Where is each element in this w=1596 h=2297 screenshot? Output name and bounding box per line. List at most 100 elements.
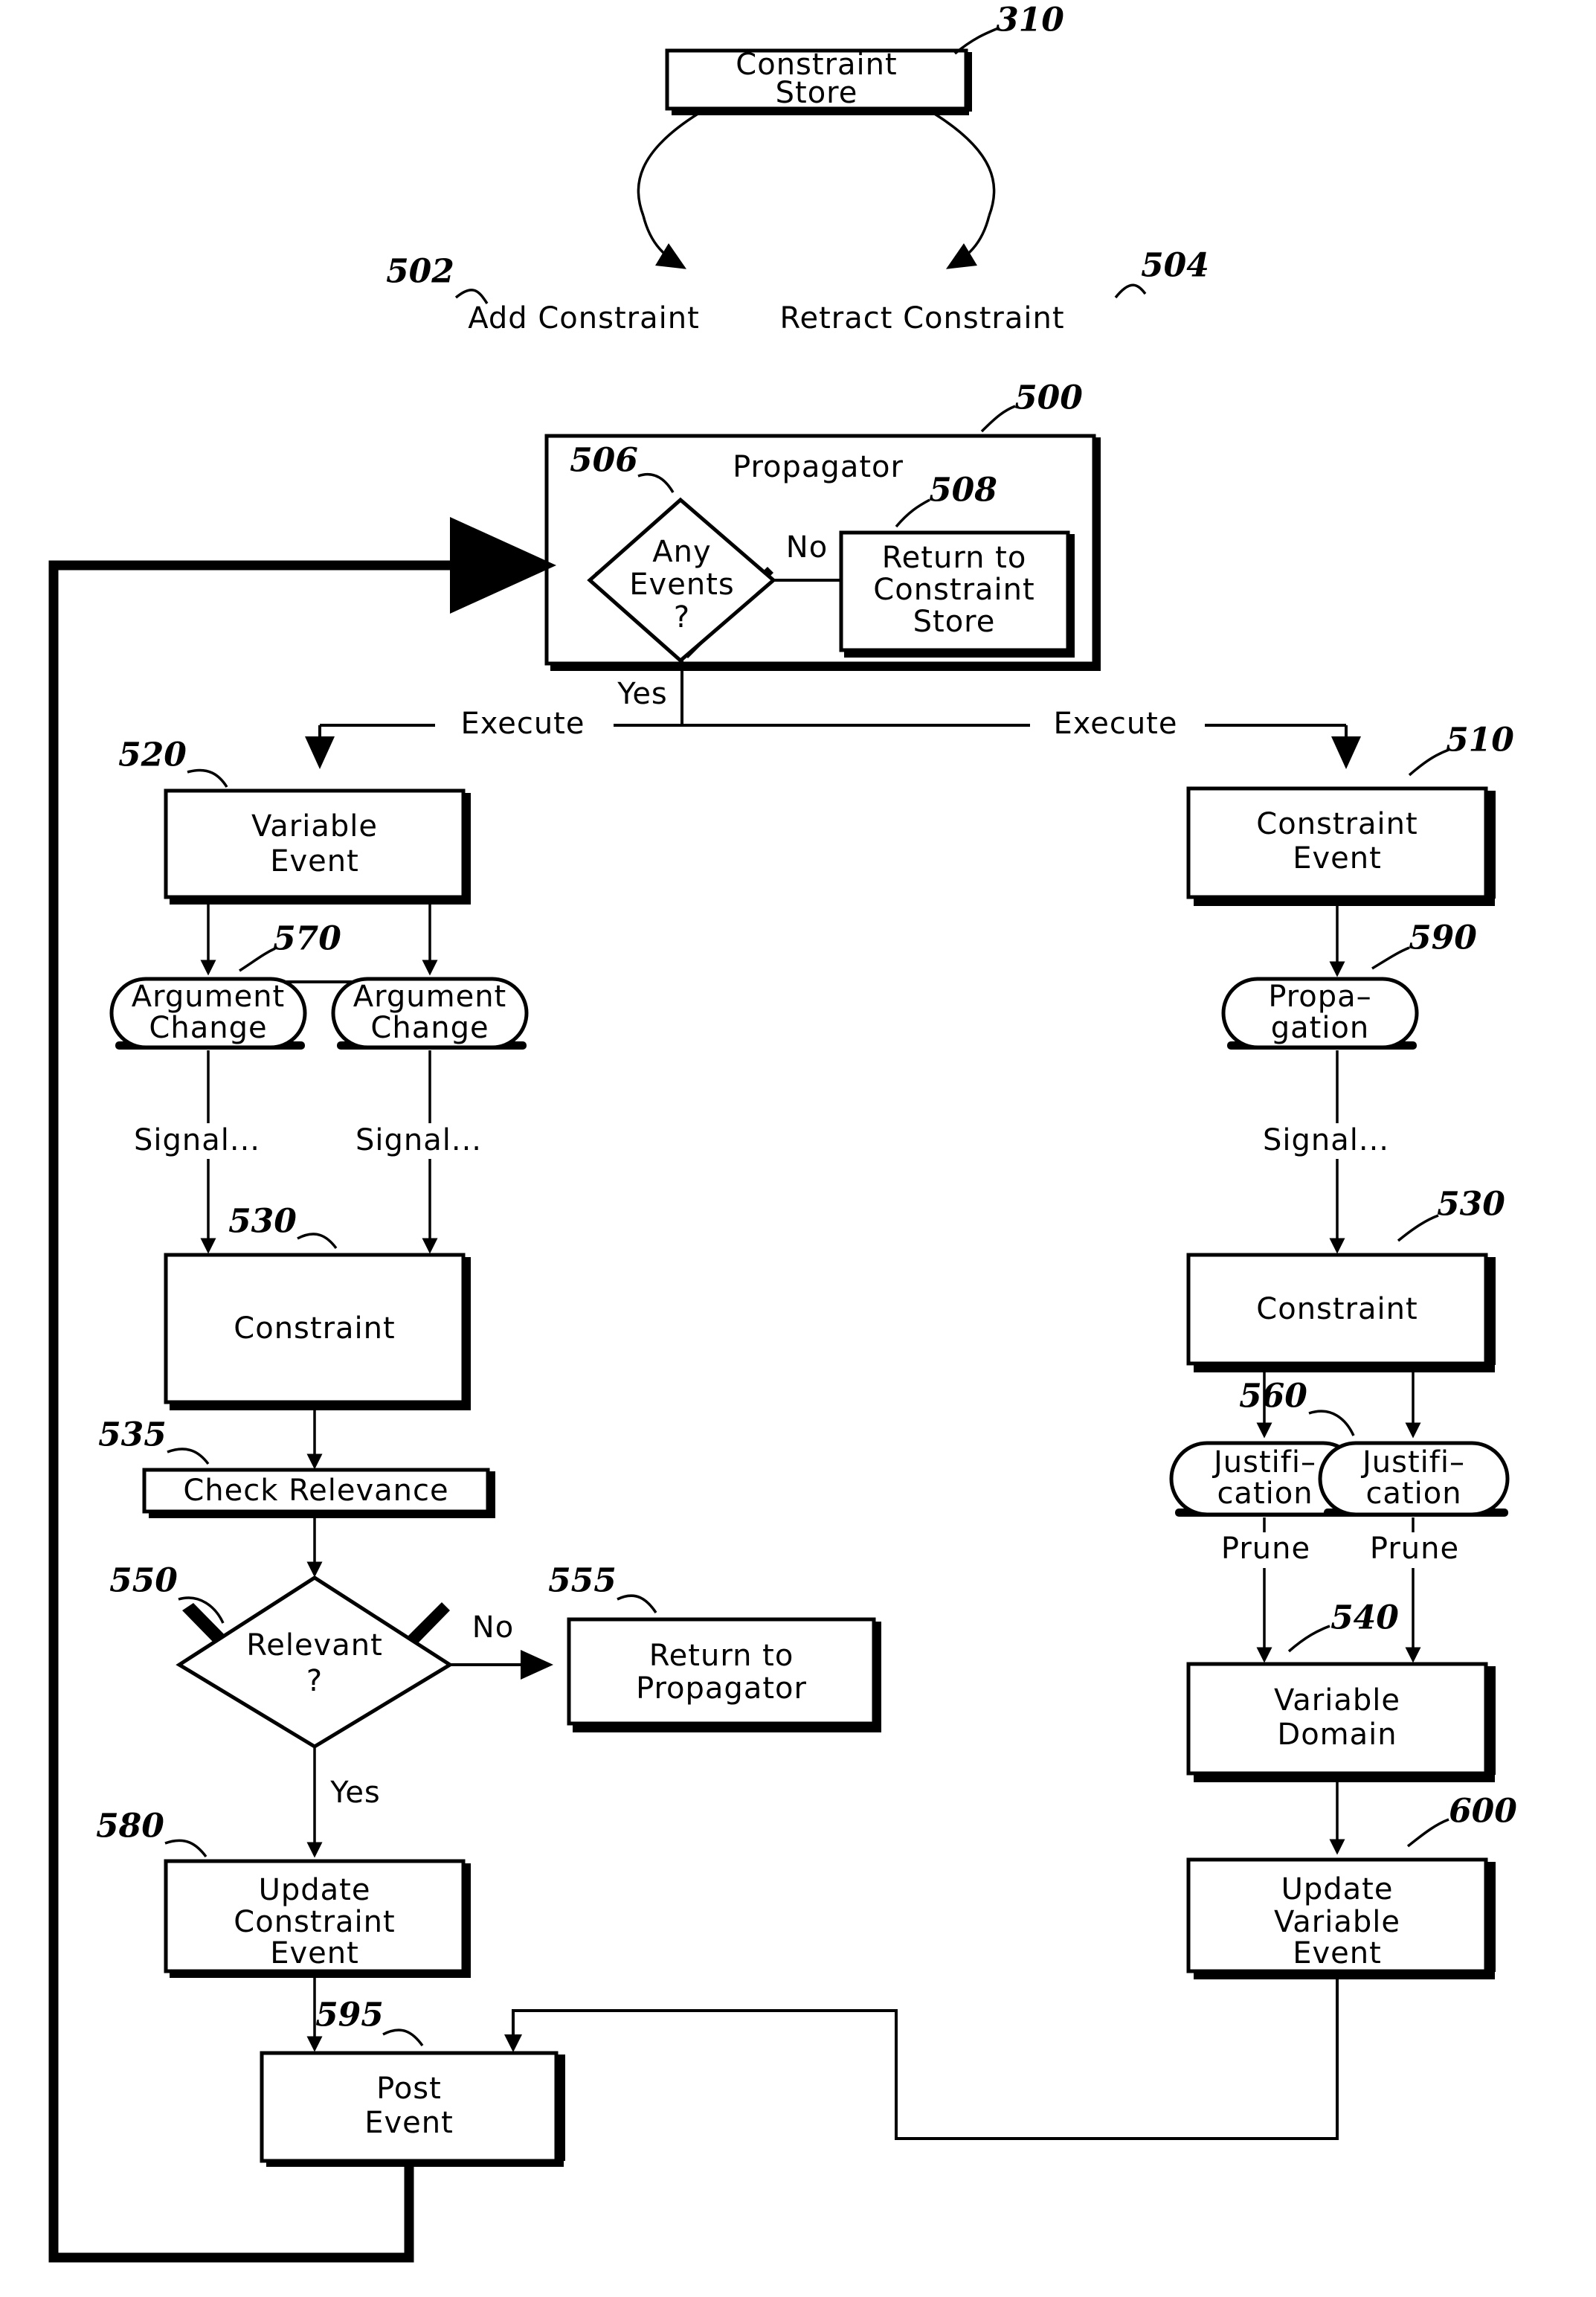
- ref-530-left: 530: [228, 1203, 338, 1250]
- edge-execute-split: Execute Execute: [305, 707, 1361, 769]
- node-relevant: Relevant ?: [176, 1575, 454, 1749]
- svg-text:504: 504: [1141, 247, 1209, 285]
- svg-text:530: 530: [1437, 1186, 1505, 1224]
- node-update-variable-event: Update Variable Event: [1186, 1857, 1496, 1979]
- variable-domain-line1: Variable: [1274, 1683, 1400, 1718]
- svg-text:520: 520: [118, 736, 187, 774]
- svg-text:310: 310: [996, 1, 1064, 39]
- uve-line3: Event: [1293, 1936, 1382, 1970]
- constraint-event-line1: Constraint: [1256, 807, 1418, 841]
- svg-text:508: 508: [929, 472, 997, 510]
- ref-510: 510: [1408, 722, 1514, 777]
- svg-text:500: 500: [1014, 379, 1083, 417]
- edge-uve-to-post-event: [504, 1976, 1339, 2140]
- svg-text:510: 510: [1446, 722, 1514, 759]
- post-event-line1: Post: [376, 2072, 442, 2106]
- svg-text:502: 502: [386, 253, 454, 291]
- argument-change-right-line2: Change: [370, 1011, 489, 1045]
- edge-prune-right: Prune: [1354, 1517, 1476, 1663]
- edge-signal-left-b: Signal...: [352, 1050, 504, 1254]
- ref-560: 560: [1239, 1378, 1355, 1436]
- edge-relevant-yes: Yes: [306, 1748, 381, 1858]
- ref-580: 580: [96, 1808, 207, 1858]
- node-constraint-event: Constraint Event: [1186, 786, 1496, 906]
- constraint-event-line2: Event: [1293, 841, 1382, 876]
- label-no-any-events: No: [786, 530, 828, 565]
- justification-right-line1: Justifi–: [1360, 1445, 1465, 1480]
- any-events-line3: ?: [674, 600, 690, 635]
- ref-595: 595: [315, 1996, 424, 2047]
- label-retract-constraint: Retract Constraint 504: [779, 247, 1209, 336]
- propagation-line1: Propa–: [1268, 980, 1371, 1014]
- svg-text:535: 535: [98, 1416, 167, 1454]
- uve-line1: Update: [1281, 1872, 1394, 1906]
- svg-text:590: 590: [1409, 919, 1477, 957]
- any-events-line2: Events: [629, 568, 734, 602]
- argument-change-right-line1: Argument: [353, 980, 506, 1014]
- edge-prune-left: Prune: [1205, 1517, 1328, 1663]
- node-constraint-store: Constraint Store: [665, 48, 972, 115]
- ref-555: 555: [548, 1562, 657, 1613]
- svg-text:506: 506: [570, 442, 638, 480]
- node-constraint-left: Constraint: [164, 1253, 471, 1410]
- svg-text:600: 600: [1449, 1793, 1517, 1831]
- svg-text:560: 560: [1239, 1378, 1307, 1416]
- any-events-line1: Any: [652, 535, 711, 569]
- svg-text:555: 555: [548, 1562, 617, 1600]
- label-no-relevant: No: [472, 1610, 514, 1645]
- node-post-event: Post Event: [260, 2051, 565, 2167]
- svg-text:Add Constraint: Add Constraint: [468, 301, 700, 335]
- rtp-line2: Propagator: [636, 1671, 807, 1706]
- svg-text:570: 570: [273, 920, 341, 958]
- propagation-line2: gation: [1271, 1011, 1370, 1045]
- rtcs-line1: Return to: [882, 541, 1027, 575]
- label-execute-right: Execute: [1054, 707, 1178, 741]
- ref-540: 540: [1287, 1599, 1399, 1653]
- constraint-left-line1: Constraint: [234, 1311, 395, 1346]
- justification-left-line2: cation: [1217, 1477, 1313, 1511]
- node-variable-event: Variable Event: [164, 788, 471, 905]
- svg-text:530: 530: [228, 1203, 297, 1241]
- post-event-line2: Event: [364, 2106, 454, 2140]
- justification-right-line2: cation: [1365, 1477, 1461, 1511]
- svg-text:580: 580: [96, 1808, 164, 1845]
- label-yes-relevant: Yes: [329, 1776, 381, 1810]
- node-argument-change-right: Argument Change: [331, 977, 529, 1050]
- relevant-line2: ?: [306, 1664, 323, 1698]
- label-signal-left-a: Signal...: [134, 1123, 260, 1157]
- svg-text:Retract Constraint: Retract Constraint: [779, 301, 1064, 335]
- ref-600: 600: [1406, 1793, 1517, 1848]
- ref-550: 550: [109, 1562, 225, 1624]
- uce-line1: Update: [259, 1873, 371, 1907]
- label-add-constraint: Add Constraint 502: [386, 253, 700, 336]
- label-yes-any-events: Yes: [617, 677, 668, 711]
- argument-change-left-line1: Argument: [132, 980, 285, 1014]
- node-constraint-right: Constraint: [1186, 1253, 1496, 1372]
- label-execute-left: Execute: [461, 707, 585, 741]
- ref-590: 590: [1371, 919, 1477, 970]
- ref-535: 535: [98, 1416, 210, 1465]
- node-return-to-propagator: Return to Propagator: [567, 1617, 881, 1732]
- variable-domain-line2: Domain: [1277, 1718, 1397, 1752]
- ref-500: 500: [980, 379, 1083, 433]
- edge-signal-right: Signal...: [1257, 1050, 1413, 1254]
- svg-text:550: 550: [109, 1562, 178, 1600]
- ref-310: 310: [953, 1, 1064, 55]
- edge-retract-constraint: [933, 112, 996, 269]
- node-variable-domain: Variable Domain: [1186, 1662, 1496, 1782]
- constraint-right-line1: Constraint: [1256, 1292, 1418, 1326]
- uce-line2: Constraint: [234, 1905, 395, 1939]
- patent-figure: Constraint Store 310 Add Constraint 502 …: [0, 0, 1596, 2297]
- label-prune-left: Prune: [1221, 1532, 1310, 1566]
- edge-add-constraint: [637, 112, 700, 269]
- label-signal-right: Signal...: [1263, 1123, 1389, 1157]
- node-propagation: Propa– gation: [1221, 977, 1419, 1050]
- svg-text:595: 595: [315, 1996, 384, 2034]
- ref-530-right: 530: [1397, 1186, 1505, 1242]
- uve-line2: Variable: [1274, 1905, 1400, 1939]
- svg-text:540: 540: [1330, 1599, 1399, 1637]
- rtcs-line3: Store: [913, 605, 996, 639]
- argument-change-left-line2: Change: [149, 1011, 267, 1045]
- check-relevance-label: Check Relevance: [183, 1474, 448, 1508]
- node-justification-right: Justifi– cation: [1318, 1441, 1510, 1517]
